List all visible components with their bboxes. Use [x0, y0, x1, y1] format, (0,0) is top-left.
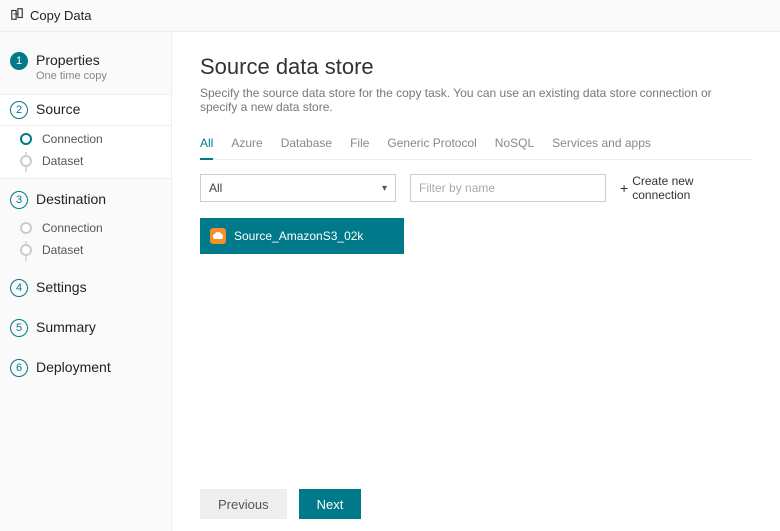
wizard-substeps-destination: Connection Dataset — [0, 215, 171, 267]
substep-label: Dataset — [42, 243, 83, 257]
wizard-step-properties[interactable]: 1 Properties One time copy — [0, 46, 171, 88]
category-tabs: All Azure Database File Generic Protocol… — [200, 132, 752, 160]
wizard-step-badge: 6 — [10, 359, 28, 377]
wizard-step-sublabel: One time copy — [36, 70, 107, 82]
wizard-step-label: Summary — [36, 319, 96, 335]
tab-database[interactable]: Database — [281, 132, 332, 159]
wizard-step-summary[interactable]: 5 Summary — [0, 313, 171, 343]
wizard-step-badge: 3 — [10, 191, 28, 209]
tab-azure[interactable]: Azure — [231, 132, 262, 159]
chevron-down-icon: ▾ — [382, 183, 387, 194]
substep-dot-icon — [20, 155, 32, 167]
type-filter-value: All — [209, 181, 222, 195]
substep-label: Connection — [42, 221, 103, 235]
tab-services-apps[interactable]: Services and apps — [552, 132, 651, 159]
wizard-step-label: Source — [36, 101, 80, 117]
substep-dataset-source[interactable]: Dataset — [20, 150, 171, 172]
substep-label: Dataset — [42, 154, 83, 168]
wizard-step-badge: 1 — [10, 52, 28, 70]
substep-dot-icon — [20, 244, 32, 256]
amazon-s3-icon — [210, 228, 226, 244]
wizard-step-source[interactable]: 2 Source — [0, 94, 171, 126]
wizard-step-badge: 5 — [10, 319, 28, 337]
tab-nosql[interactable]: NoSQL — [495, 132, 534, 159]
wizard-step-label: Settings — [36, 279, 87, 295]
wizard-step-label: Destination — [36, 191, 106, 207]
wizard-step-label: Properties — [36, 52, 107, 68]
copy-data-icon — [10, 7, 24, 24]
create-connection-label: Create new connection — [632, 174, 752, 202]
plus-icon: + — [620, 180, 628, 196]
substep-connection-source[interactable]: Connection — [20, 128, 171, 150]
substep-dataset-destination[interactable]: Dataset — [20, 239, 171, 261]
connection-tile[interactable]: Source_AmazonS3_02k — [200, 218, 404, 254]
substep-dot-icon — [20, 133, 32, 145]
wizard-substeps-source: Connection Dataset — [0, 126, 171, 179]
main-content: Source data store Specify the source dat… — [172, 32, 780, 531]
wizard-step-destination[interactable]: 3 Destination — [0, 185, 171, 215]
wizard-step-badge: 2 — [10, 101, 28, 119]
tab-generic-protocol[interactable]: Generic Protocol — [387, 132, 476, 159]
create-connection-button[interactable]: + Create new connection — [620, 174, 752, 202]
connection-tile-label: Source_AmazonS3_02k — [234, 229, 363, 243]
type-filter-dropdown[interactable]: All ▾ — [200, 174, 396, 202]
next-button[interactable]: Next — [299, 489, 362, 519]
app-header: Copy Data — [0, 0, 780, 32]
filter-row: All ▾ + Create new connection — [200, 174, 752, 202]
wizard-step-badge: 4 — [10, 279, 28, 297]
wizard-sidebar: 1 Properties One time copy 2 Source Conn… — [0, 32, 172, 531]
page-title: Source data store — [200, 54, 752, 80]
wizard-step-deployment[interactable]: 6 Deployment — [0, 353, 171, 383]
tab-file[interactable]: File — [350, 132, 369, 159]
wizard-step-label: Deployment — [36, 359, 111, 375]
app-title: Copy Data — [30, 8, 91, 23]
previous-button[interactable]: Previous — [200, 489, 287, 519]
name-filter-input[interactable] — [410, 174, 606, 202]
substep-dot-icon — [20, 222, 32, 234]
page-description: Specify the source data store for the co… — [200, 86, 752, 114]
substep-label: Connection — [42, 132, 103, 146]
substep-connection-destination[interactable]: Connection — [20, 217, 171, 239]
wizard-footer: Previous Next — [200, 489, 361, 519]
wizard-step-settings[interactable]: 4 Settings — [0, 273, 171, 303]
tab-all[interactable]: All — [200, 132, 213, 160]
